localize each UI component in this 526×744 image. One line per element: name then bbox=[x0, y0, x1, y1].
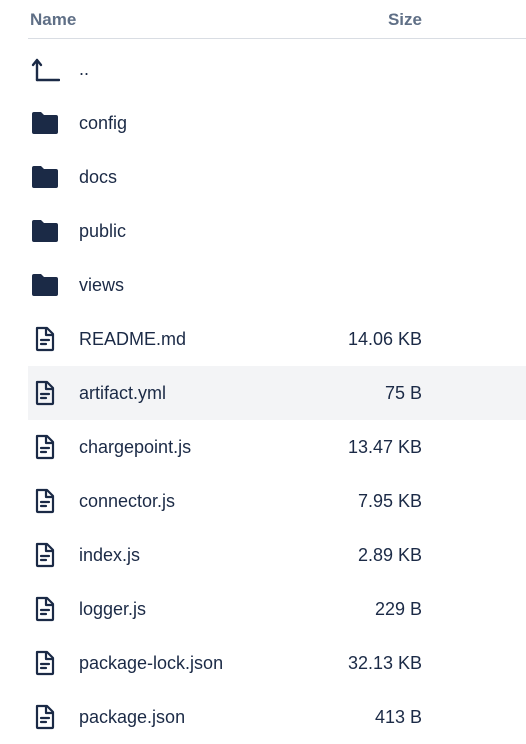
parent-directory-row[interactable]: .. bbox=[28, 42, 526, 96]
row-name[interactable]: connector.js bbox=[79, 491, 175, 512]
file-row[interactable]: artifact.yml 75 B bbox=[28, 366, 526, 420]
file-icon bbox=[30, 379, 60, 407]
file-icon bbox=[30, 325, 60, 353]
folder-icon bbox=[30, 271, 60, 299]
row-name[interactable]: views bbox=[79, 275, 124, 296]
file-icon bbox=[30, 541, 60, 569]
row-name[interactable]: package.json bbox=[79, 707, 185, 728]
row-name[interactable]: artifact.yml bbox=[79, 383, 166, 404]
folder-row[interactable]: public bbox=[28, 204, 526, 258]
row-size: 13.47 KB bbox=[347, 437, 422, 457]
size-column-header[interactable]: Size bbox=[388, 10, 422, 30]
row-name[interactable]: chargepoint.js bbox=[79, 437, 191, 458]
row-name[interactable]: .. bbox=[79, 59, 89, 80]
folder-icon bbox=[30, 163, 60, 191]
row-size: 2.89 KB bbox=[357, 545, 422, 565]
folder-row[interactable]: docs bbox=[28, 150, 526, 204]
folder-icon bbox=[30, 217, 60, 245]
parent-directory-icon bbox=[30, 55, 60, 83]
row-size: 413 B bbox=[374, 707, 422, 727]
folder-row[interactable]: config bbox=[28, 96, 526, 150]
file-row[interactable]: chargepoint.js 13.47 KB bbox=[28, 420, 526, 474]
row-size: 229 B bbox=[374, 599, 422, 619]
file-icon bbox=[30, 487, 60, 515]
row-size: 14.06 KB bbox=[347, 329, 422, 349]
folder-icon bbox=[30, 109, 60, 137]
file-row[interactable]: README.md 14.06 KB bbox=[28, 312, 526, 366]
row-size: 32.13 KB bbox=[347, 653, 422, 673]
file-icon bbox=[30, 433, 60, 461]
row-name[interactable]: docs bbox=[79, 167, 117, 188]
row-size: 75 B bbox=[384, 383, 422, 403]
row-name[interactable]: index.js bbox=[79, 545, 140, 566]
file-icon bbox=[30, 703, 60, 731]
listing-header: Name Size bbox=[28, 0, 526, 39]
file-row[interactable]: package.json 413 B bbox=[28, 690, 526, 744]
file-icon bbox=[30, 649, 60, 677]
folder-row[interactable]: views bbox=[28, 258, 526, 312]
row-name[interactable]: package-lock.json bbox=[79, 653, 223, 674]
file-icon bbox=[30, 595, 60, 623]
name-column-header[interactable]: Name bbox=[30, 10, 76, 30]
file-rows: .. config docs public views README.md 14… bbox=[0, 42, 526, 744]
file-listing: Name Size .. config docs public views RE… bbox=[0, 0, 526, 730]
row-size: 7.95 KB bbox=[357, 491, 422, 511]
file-row[interactable]: connector.js 7.95 KB bbox=[28, 474, 526, 528]
file-row[interactable]: logger.js 229 B bbox=[28, 582, 526, 636]
row-name[interactable]: config bbox=[79, 113, 127, 134]
file-row[interactable]: package-lock.json 32.13 KB bbox=[28, 636, 526, 690]
row-name[interactable]: README.md bbox=[79, 329, 186, 350]
row-name[interactable]: logger.js bbox=[79, 599, 146, 620]
file-row[interactable]: index.js 2.89 KB bbox=[28, 528, 526, 582]
row-name[interactable]: public bbox=[79, 221, 126, 242]
